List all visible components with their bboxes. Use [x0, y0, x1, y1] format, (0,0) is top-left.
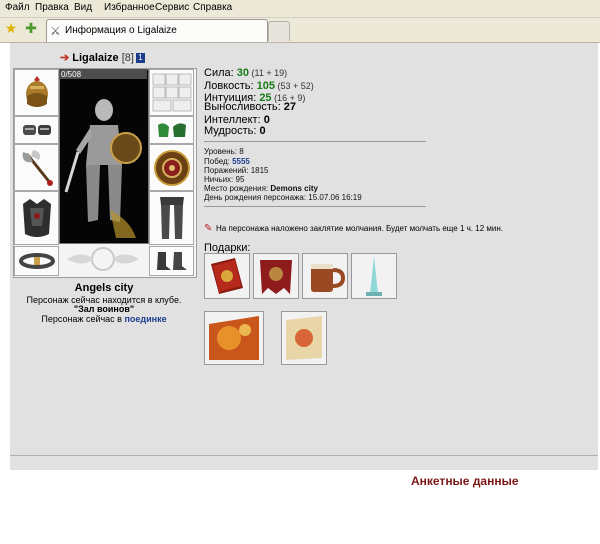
city-name: Angels city	[74, 282, 134, 294]
shield-icon	[150, 145, 193, 190]
stat-wisdom: Мудрость: 0	[204, 125, 266, 137]
info-label: Ничьих:	[204, 175, 236, 184]
stat-label: Мудрость:	[204, 125, 260, 137]
character-header: ➔ Ligalaize [8] 1	[60, 51, 145, 65]
gloves-icon	[150, 117, 193, 143]
info-birthday: День рождения персонажа: 15.07.06 16:19	[204, 193, 362, 202]
info-value: Demons city	[270, 184, 318, 193]
helmet-icon	[15, 70, 58, 115]
info-badge-icon[interactable]: 1	[135, 53, 145, 63]
leggings-icon	[150, 192, 193, 244]
bracers-slot[interactable]	[14, 116, 59, 144]
gift-banner[interactable]	[253, 253, 299, 299]
fight-status-text: Персонаж сейчас в	[41, 314, 122, 324]
stat-label: Сила:	[204, 67, 237, 79]
info-label: Уровень:	[204, 147, 240, 156]
info-birthplace: Место рождения: Demons city	[204, 184, 318, 193]
info-draws: Ничьих: 95	[204, 175, 244, 184]
info-label: Поражений:	[204, 166, 251, 175]
card-icon	[205, 312, 263, 364]
mug-icon	[303, 254, 347, 298]
menu-favorites[interactable]: Избранное	[104, 2, 155, 13]
stat-label: Ловкость:	[204, 80, 257, 92]
stat-label: Выносливость:	[204, 101, 284, 113]
info-value: 1815	[250, 166, 269, 175]
info-wins: Побед: 5555	[204, 157, 250, 166]
shield-slot[interactable]	[149, 144, 194, 191]
info-value: 95	[235, 175, 245, 184]
silence-icon: ✎	[204, 223, 213, 234]
belt-icon	[15, 247, 58, 275]
stat-value: 27	[283, 101, 296, 113]
gloves-slot[interactable]	[149, 116, 194, 144]
envelope-icon	[282, 312, 326, 364]
stat-value: 105	[256, 80, 275, 92]
menu-edit[interactable]: Правка	[35, 2, 69, 13]
info-label: Побед:	[204, 157, 233, 166]
character-portrait	[59, 69, 149, 244]
info-value: 8	[239, 147, 244, 156]
stat-value: 30	[236, 67, 249, 79]
helmet-slot[interactable]	[14, 69, 59, 116]
boots-slot[interactable]	[149, 246, 194, 276]
gift-card[interactable]	[204, 311, 264, 365]
divider	[204, 141, 426, 142]
weapon-slot[interactable]	[14, 144, 59, 191]
menu-view[interactable]: Вид	[74, 2, 92, 13]
info-label: День рождения персонажа:	[204, 193, 309, 202]
browser-tab[interactable]: ⚔ Информация о Ligalaize	[46, 19, 268, 42]
hp-text: 0/508	[61, 70, 82, 79]
axe-icon	[15, 145, 58, 190]
stat-agility: Ловкость: 105 (53 + 52)	[204, 80, 314, 92]
profile-data-heading[interactable]: Анкетные данные	[411, 474, 519, 488]
stat-value: 0	[259, 125, 266, 137]
fight-status: Персонаж сейчас в поединке	[13, 314, 195, 324]
gift-book[interactable]	[204, 253, 250, 299]
private-message-arrow-icon[interactable]: ➔	[60, 52, 69, 64]
spire-icon	[352, 254, 396, 298]
info-losses: Поражений: 1815	[204, 166, 269, 175]
belt-slot[interactable]	[14, 246, 59, 276]
city-emblem-icon	[59, 244, 147, 274]
gift-envelope[interactable]	[281, 311, 327, 365]
stat-detail: (53 + 52)	[274, 81, 314, 91]
character-level: [8]	[121, 52, 134, 64]
character-name: Ligalaize	[72, 52, 119, 64]
rings-slot[interactable]	[149, 69, 194, 116]
menu-bar: Файл Правка Вид Избранное Сервис Справка	[0, 0, 600, 18]
banner-icon	[254, 254, 298, 298]
stat-detail: (11 + 19)	[249, 68, 288, 78]
add-favorites-icon[interactable]: ✚	[24, 21, 38, 35]
menu-help[interactable]: Справка	[193, 2, 232, 13]
club-name: "Зал воинов"	[73, 304, 135, 314]
favorites-star-icon[interactable]: ★	[4, 21, 18, 35]
stat-endurance: Выносливость: 27	[204, 101, 296, 113]
tab-title: Информация о Ligalaize	[65, 25, 177, 36]
gift-spire[interactable]	[351, 253, 397, 299]
book-icon	[205, 254, 249, 298]
info-value: 15.07.06 16:19	[308, 193, 362, 202]
stat-strength: Сила: 30 (11 + 19)	[204, 67, 287, 79]
armor-icon	[15, 192, 58, 244]
menu-file[interactable]: Файл	[5, 2, 30, 13]
leggings-slot[interactable]	[149, 191, 194, 245]
new-tab-button[interactable]	[268, 21, 290, 41]
gift-mug[interactable]	[302, 253, 348, 299]
menu-tools[interactable]: Сервис	[155, 2, 189, 13]
fight-link[interactable]: поединке	[124, 314, 166, 324]
divider	[204, 206, 426, 207]
silence-notice: ✎ На персонажа наложено заклятие молчания…	[204, 223, 503, 234]
armor-slot[interactable]	[14, 191, 59, 245]
sword-tab-icon: ⚔	[50, 24, 61, 38]
info-value: 5555	[232, 157, 250, 166]
knight-image	[64, 99, 142, 238]
silence-text: На персонажа наложено заклятие молчания.…	[216, 224, 503, 233]
info-level: Уровень: 8	[204, 147, 244, 156]
bracers-icon	[15, 117, 58, 143]
info-label: Место рождения:	[204, 184, 271, 193]
divider	[10, 455, 598, 456]
boots-icon	[150, 247, 193, 275]
empty-slots-icon	[150, 70, 193, 115]
